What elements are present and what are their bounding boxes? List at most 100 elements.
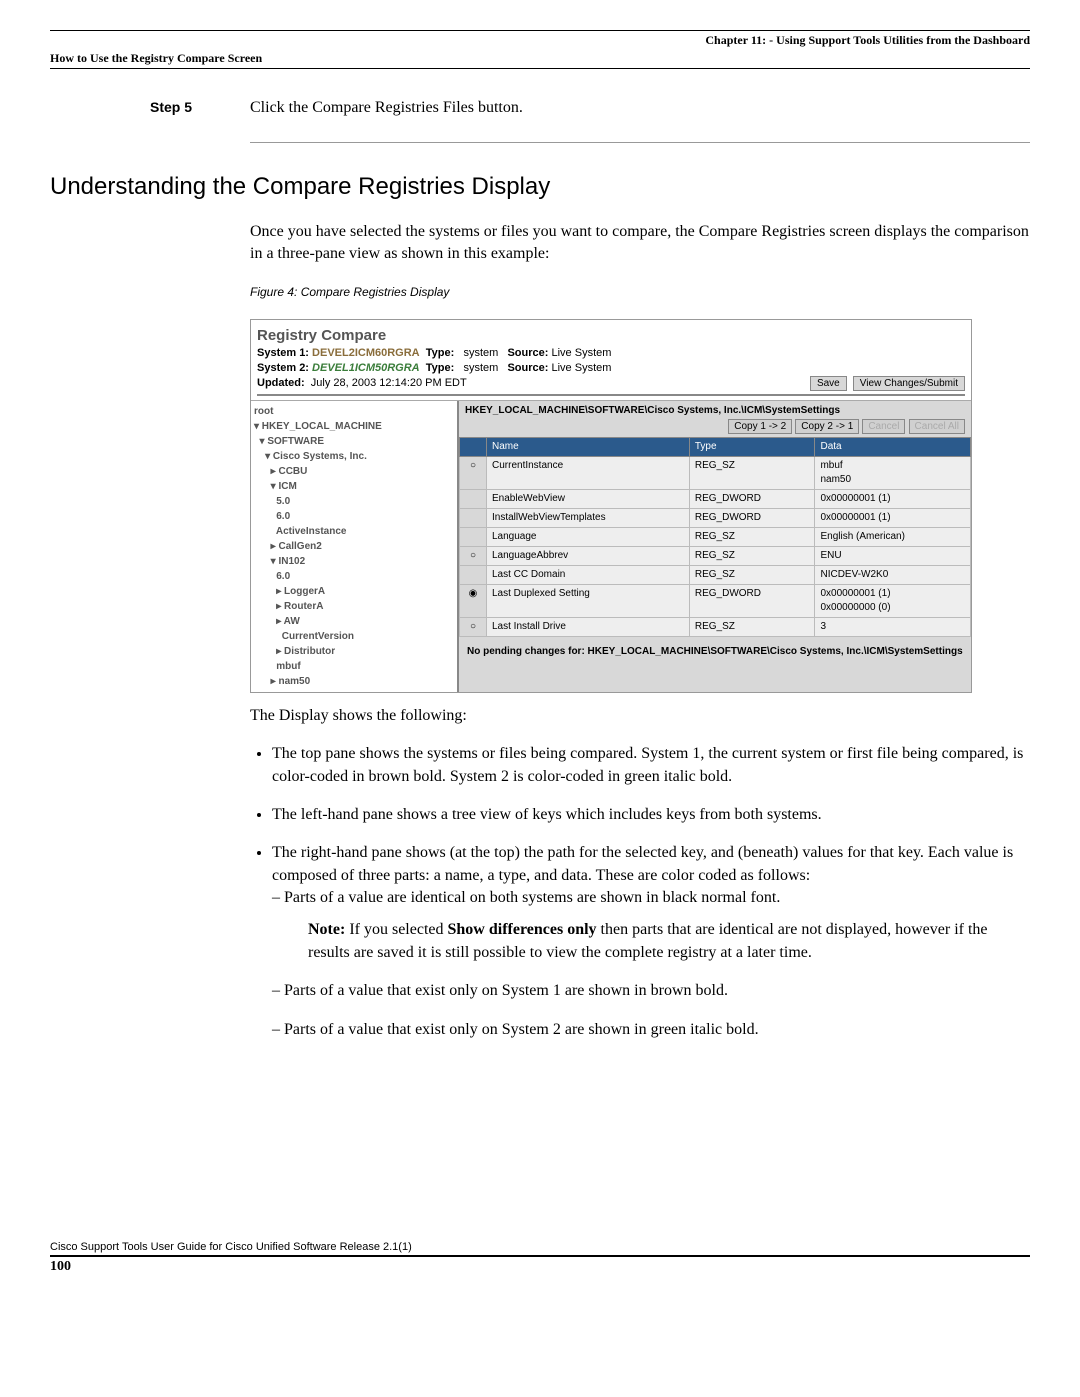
screenshot-title: Registry Compare bbox=[257, 325, 965, 346]
row-radio[interactable]: ○ bbox=[460, 618, 487, 637]
sub-bullet-2: Parts of a value that exist only on Syst… bbox=[290, 980, 1030, 1002]
row-radio[interactable] bbox=[460, 566, 487, 585]
cell-type: REG_DWORD bbox=[689, 490, 815, 509]
row-radio[interactable]: ○ bbox=[460, 457, 487, 490]
cell-data: NICDEV-W2K0 bbox=[815, 566, 971, 585]
tree-item[interactable]: ▾ Cisco Systems, Inc. bbox=[254, 449, 454, 464]
save-button[interactable]: Save bbox=[810, 376, 847, 391]
cell-data: mbuf nam50 bbox=[815, 457, 971, 490]
chapter-header: Chapter 11: - Using Support Tools Utilit… bbox=[50, 30, 1030, 48]
table-row[interactable]: InstallWebViewTemplatesREG_DWORD0x000000… bbox=[460, 509, 971, 528]
tree-item[interactable]: 6.0 bbox=[254, 569, 454, 584]
col-data: Data bbox=[815, 438, 971, 457]
tree-item[interactable]: ▾ IN102 bbox=[254, 554, 454, 569]
cancel-all-button[interactable]: Cancel All bbox=[909, 419, 965, 434]
cell-type: REG_SZ bbox=[689, 547, 815, 566]
cell-name: Last Install Drive bbox=[487, 618, 690, 637]
tree-item[interactable]: ▸ CallGen2 bbox=[254, 539, 454, 554]
row-radio[interactable] bbox=[460, 528, 487, 547]
right-pane: HKEY_LOCAL_MACHINE\SOFTWARE\Cisco System… bbox=[459, 401, 971, 692]
cell-name: Last CC Domain bbox=[487, 566, 690, 585]
cell-type: REG_SZ bbox=[689, 457, 815, 490]
table-row[interactable]: ○CurrentInstanceREG_SZmbuf nam50 bbox=[460, 457, 971, 490]
tree-item[interactable]: ▸ nam50 bbox=[254, 674, 454, 689]
cell-type: REG_SZ bbox=[689, 618, 815, 637]
table-row[interactable]: LanguageREG_SZEnglish (American) bbox=[460, 528, 971, 547]
sub-bullet-1: Parts of a value are identical on both s… bbox=[290, 887, 1030, 964]
cell-data: 0x00000001 (1) bbox=[815, 509, 971, 528]
cell-type: REG_SZ bbox=[689, 566, 815, 585]
tree-item[interactable]: ▾ HKEY_LOCAL_MACHINE bbox=[254, 419, 454, 434]
table-row[interactable]: ○LanguageAbbrevREG_SZENU bbox=[460, 547, 971, 566]
cell-type: REG_DWORD bbox=[689, 509, 815, 528]
divider bbox=[250, 142, 1030, 143]
updated-label: Updated: bbox=[257, 377, 305, 389]
tree-item[interactable]: ▸ Distributor bbox=[254, 644, 454, 659]
figure-caption: Figure 4: Compare Registries Display bbox=[250, 284, 1030, 301]
copy-2-to-1-button[interactable]: Copy 2 -> 1 bbox=[795, 419, 859, 434]
type-label-2: Type: bbox=[426, 362, 455, 374]
tree-item[interactable]: ▾ ICM bbox=[254, 479, 454, 494]
tree-item[interactable]: ▸ RouterA bbox=[254, 599, 454, 614]
source-val-1: Live System bbox=[552, 347, 612, 359]
table-row[interactable]: ◉Last Duplexed SettingREG_DWORD0x0000000… bbox=[460, 585, 971, 618]
footer-book-title: Cisco Support Tools User Guide for Cisco… bbox=[50, 1241, 1030, 1257]
cell-name: Language bbox=[487, 528, 690, 547]
table-row[interactable]: ○Last Install DriveREG_SZ3 bbox=[460, 618, 971, 637]
registry-table: Name Type Data ○CurrentInstanceREG_SZmbu… bbox=[459, 437, 971, 637]
table-row[interactable]: EnableWebViewREG_DWORD0x00000001 (1) bbox=[460, 490, 971, 509]
tree-item[interactable]: ▸ CCBU bbox=[254, 464, 454, 479]
row-radio[interactable] bbox=[460, 490, 487, 509]
col-name: Name bbox=[487, 438, 690, 457]
tree-pane[interactable]: root▾ HKEY_LOCAL_MACHINE ▾ SOFTWARE ▾ Ci… bbox=[251, 401, 459, 692]
col-type: Type bbox=[689, 438, 815, 457]
bullet-2: The left-hand pane shows a tree view of … bbox=[272, 804, 1030, 826]
cell-name: InstallWebViewTemplates bbox=[487, 509, 690, 528]
tree-item[interactable]: ▾ SOFTWARE bbox=[254, 434, 454, 449]
type-label-1: Type: bbox=[426, 347, 455, 359]
tree-item[interactable]: root bbox=[254, 404, 454, 419]
sys2-value: DEVEL1ICM50RGRA bbox=[312, 362, 420, 374]
cell-data: English (American) bbox=[815, 528, 971, 547]
sys1-label: System 1: bbox=[257, 347, 309, 359]
source-label-2: Source: bbox=[507, 362, 548, 374]
row-radio[interactable]: ◉ bbox=[460, 585, 487, 618]
bullet-3: The right-hand pane shows (at the top) t… bbox=[272, 842, 1030, 1041]
step-text: Click the Compare Registries Files butto… bbox=[250, 99, 523, 117]
sub-bullet-3: Parts of a value that exist only on Syst… bbox=[290, 1019, 1030, 1041]
cell-type: REG_SZ bbox=[689, 528, 815, 547]
tree-item[interactable]: ▸ AW bbox=[254, 614, 454, 629]
tree-item[interactable]: ActiveInstance bbox=[254, 524, 454, 539]
sys1-value: DEVEL2ICM60RGRA bbox=[312, 347, 420, 359]
cell-data: 0x00000001 (1) 0x00000000 (0) bbox=[815, 585, 971, 618]
tree-item[interactable]: 6.0 bbox=[254, 509, 454, 524]
tree-item[interactable]: mbuf bbox=[254, 659, 454, 674]
cell-type: REG_DWORD bbox=[689, 585, 815, 618]
bullet-list: The top pane shows the systems or files … bbox=[250, 743, 1030, 1041]
view-changes-button[interactable]: View Changes/Submit bbox=[853, 376, 965, 391]
registry-compare-screenshot: Registry Compare System 1: DEVEL2ICM60RG… bbox=[250, 319, 972, 693]
step-label: Step 5 bbox=[150, 99, 250, 117]
source-label-1: Source: bbox=[507, 347, 548, 359]
cell-name: CurrentInstance bbox=[487, 457, 690, 490]
updated-value: July 28, 2003 12:14:20 PM EDT bbox=[311, 377, 467, 389]
tree-item[interactable]: 5.0 bbox=[254, 494, 454, 509]
type-val-2: system bbox=[463, 362, 498, 374]
registry-path: HKEY_LOCAL_MACHINE\SOFTWARE\Cisco System… bbox=[459, 401, 971, 419]
tree-item[interactable]: CurrentVersion bbox=[254, 629, 454, 644]
row-radio[interactable]: ○ bbox=[460, 547, 487, 566]
type-val-1: system bbox=[463, 347, 498, 359]
row-radio[interactable] bbox=[460, 509, 487, 528]
section-header: How to Use the Registry Compare Screen bbox=[50, 51, 1030, 69]
cell-name: Last Duplexed Setting bbox=[487, 585, 690, 618]
bullet-1: The top pane shows the systems or files … bbox=[272, 743, 1030, 788]
table-row[interactable]: Last CC DomainREG_SZNICDEV-W2K0 bbox=[460, 566, 971, 585]
cell-data: 3 bbox=[815, 618, 971, 637]
tree-item[interactable]: ▸ LoggerA bbox=[254, 584, 454, 599]
intro-paragraph: Once you have selected the systems or fi… bbox=[250, 221, 1030, 266]
cancel-button[interactable]: Cancel bbox=[862, 419, 905, 434]
cell-data: ENU bbox=[815, 547, 971, 566]
copy-1-to-2-button[interactable]: Copy 1 -> 2 bbox=[728, 419, 792, 434]
step-row: Step 5 Click the Compare Registries File… bbox=[150, 99, 1030, 117]
cell-name: EnableWebView bbox=[487, 490, 690, 509]
